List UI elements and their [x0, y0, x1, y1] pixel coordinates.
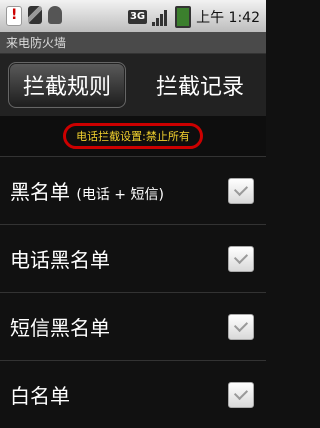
- status-icons-left: [6, 6, 62, 26]
- status-icons-right: 3G 上午 1:42: [127, 6, 260, 28]
- list-item-label: 电话黑名单: [10, 248, 110, 272]
- warning-icon: [6, 6, 22, 26]
- list-item-label: 白名单: [10, 384, 70, 408]
- list-item-title: 黑名单: [10, 180, 70, 204]
- list-item-call-blacklist[interactable]: 电话黑名单: [0, 224, 266, 292]
- tab-block-log[interactable]: 拦截记录: [142, 63, 258, 107]
- edit-icon: [28, 6, 42, 24]
- list-item-sms-blacklist[interactable]: 短信黑名单: [0, 292, 266, 360]
- checkbox[interactable]: [228, 381, 254, 408]
- list-item-label: 短信黑名单: [10, 316, 110, 340]
- tab-block-rules[interactable]: 拦截规则: [8, 62, 126, 108]
- list-item-whitelist[interactable]: 白名单: [0, 360, 266, 428]
- list-item-label: 黑名单 (电话 + 短信): [10, 176, 164, 205]
- status-time: 上午 1:42: [196, 10, 260, 26]
- checkbox[interactable]: [228, 313, 254, 340]
- tab-label: 拦截记录: [155, 75, 244, 100]
- tab-bar: 拦截规则 拦截记录: [0, 54, 266, 116]
- person-icon: [48, 6, 62, 24]
- status-bar: 3G 上午 1:42: [0, 0, 266, 32]
- block-setting-banner: 电话拦截设置:禁止所有: [0, 116, 266, 156]
- block-setting-text: 电话拦截设置:禁止所有: [63, 123, 203, 149]
- checkbox[interactable]: [228, 177, 254, 204]
- network-type-indicator: 3G: [127, 10, 148, 24]
- list-item-blacklist[interactable]: 黑名单 (电话 + 短信): [0, 156, 266, 224]
- checkbox[interactable]: [228, 245, 254, 272]
- list-item-subtitle: (电话 + 短信): [76, 187, 164, 203]
- signal-strength-icon: [152, 8, 170, 26]
- tab-label: 拦截规则: [22, 75, 111, 100]
- rules-list: 黑名单 (电话 + 短信) 电话黑名单 短信黑名单 白名单: [0, 156, 266, 428]
- app-title: 来电防火墙: [6, 36, 67, 50]
- battery-icon: [175, 6, 192, 28]
- app-title-bar: 来电防火墙: [0, 32, 266, 54]
